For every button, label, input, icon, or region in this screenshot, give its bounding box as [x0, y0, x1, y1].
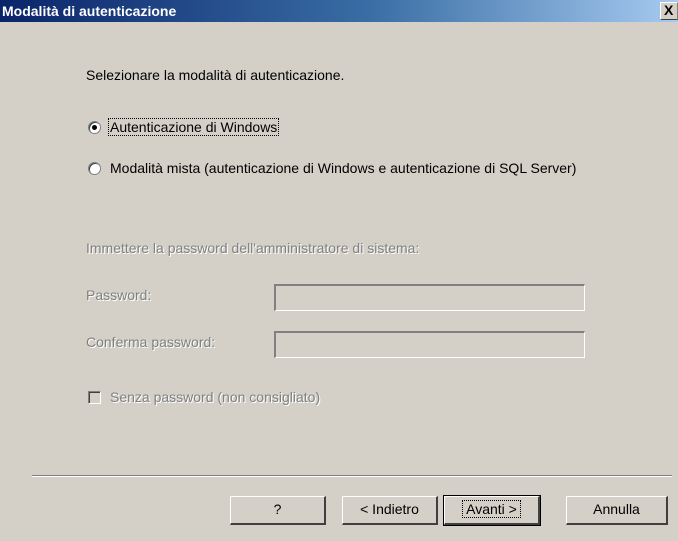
- no-password-label[interactable]: Senza password (non consigliato): [110, 389, 320, 405]
- confirm-password-label: Conferma password:: [86, 334, 216, 350]
- next-button-label: Avanti >: [462, 500, 521, 518]
- radio-mixed-mode-label[interactable]: Modalità mista (autenticazione di Window…: [110, 160, 576, 176]
- password-field[interactable]: [274, 284, 585, 311]
- radio-windows-auth[interactable]: [88, 121, 101, 134]
- confirm-password-field[interactable]: [274, 331, 585, 358]
- cancel-button[interactable]: Annulla: [566, 496, 668, 525]
- back-button[interactable]: < Indietro: [342, 496, 438, 525]
- next-button[interactable]: Avanti >: [443, 495, 541, 526]
- no-password-checkbox[interactable]: [88, 391, 101, 404]
- footer-separator: [32, 475, 672, 477]
- close-icon: X: [664, 2, 674, 18]
- password-label: Password:: [86, 287, 152, 303]
- radio-selected-dot: [92, 125, 97, 130]
- window-title: Modalità di autenticazione: [2, 3, 177, 19]
- prompt-text: Selezionare la modalità di autenticazion…: [86, 67, 345, 83]
- title-bar: Modalità di autenticazione X: [0, 0, 678, 22]
- close-button[interactable]: X: [660, 2, 678, 20]
- password-section-heading: Immettere la password dell'amministrator…: [86, 240, 420, 256]
- radio-windows-auth-label[interactable]: Autenticazione di Windows: [107, 118, 280, 136]
- radio-mixed-mode[interactable]: [88, 162, 101, 175]
- help-button[interactable]: ?: [230, 496, 326, 525]
- windows-auth-label-text: Autenticazione di Windows: [110, 119, 278, 135]
